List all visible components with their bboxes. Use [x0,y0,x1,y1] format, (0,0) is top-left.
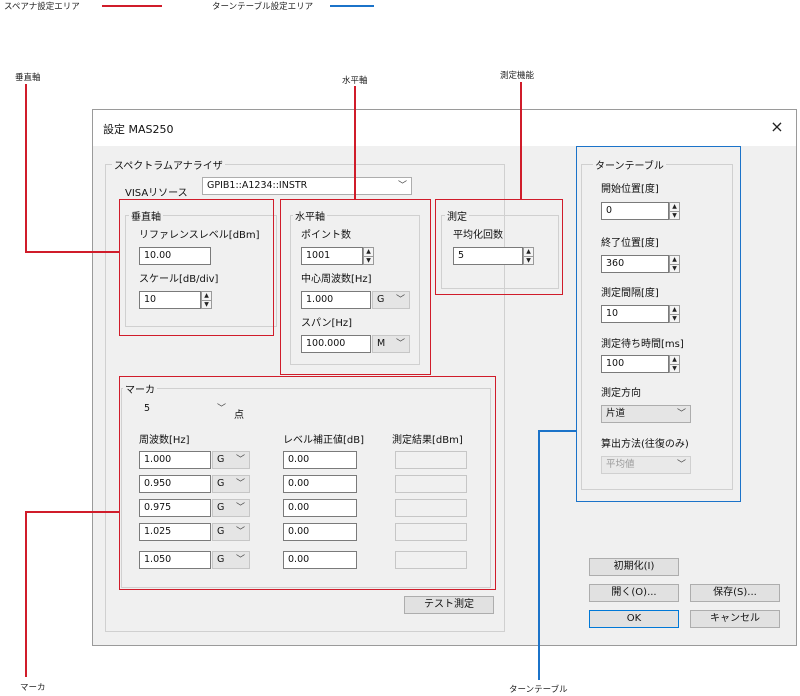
visa-resource-select[interactable]: GPIB1::A1234::INSTR ﹀ [202,177,412,195]
initialize-button[interactable]: 初期化(I) [589,558,679,576]
callout-marker: マーカ [20,683,46,693]
highlight-marker [119,376,496,590]
connector-vertical-h [25,251,120,253]
highlight-vertical [119,199,274,336]
open-button[interactable]: 開く(O)... [589,584,679,602]
cancel-button[interactable]: キャンセル [690,610,780,628]
callout-measure: 測定機能 [500,71,535,81]
connector-marker-h [25,511,120,513]
spectrum-group-label: スペクトラムアナライザ [112,157,225,172]
connector-marker-v [25,511,27,677]
callout-horizontal: 水平軸 [342,76,368,86]
connector-turntable-v [538,430,540,680]
legend-spectrum-label: スペアナ設定エリア [4,2,80,12]
connector-vertical-v [25,84,27,252]
connector-turntable-h [538,430,577,432]
highlight-turntable [576,146,741,502]
title-bar: 設定 MAS250 × [93,110,796,146]
save-button[interactable]: 保存(S)... [690,584,780,602]
highlight-measure [435,199,563,295]
highlight-horizontal [280,199,431,375]
close-icon[interactable]: × [766,116,788,138]
visa-resource-value: GPIB1::A1234::INSTR [207,180,308,191]
legend-turntable-line [330,5,374,7]
legend-turntable-label: ターンテーブル設定エリア [212,2,314,12]
chevron-down-icon: ﹀ [397,181,407,191]
callout-vertical: 垂直軸 [15,73,41,83]
connector-measure [520,82,522,200]
callout-turntable: ターンテーブル [509,685,568,695]
connector-horizontal [354,86,356,200]
visa-label: VISAリソース [125,188,188,199]
legend-spectrum-line [102,5,162,7]
ok-button[interactable]: OK [589,610,679,628]
dialog-title: 設定 MAS250 [103,123,174,136]
test-measure-button[interactable]: テスト測定 [404,596,494,614]
